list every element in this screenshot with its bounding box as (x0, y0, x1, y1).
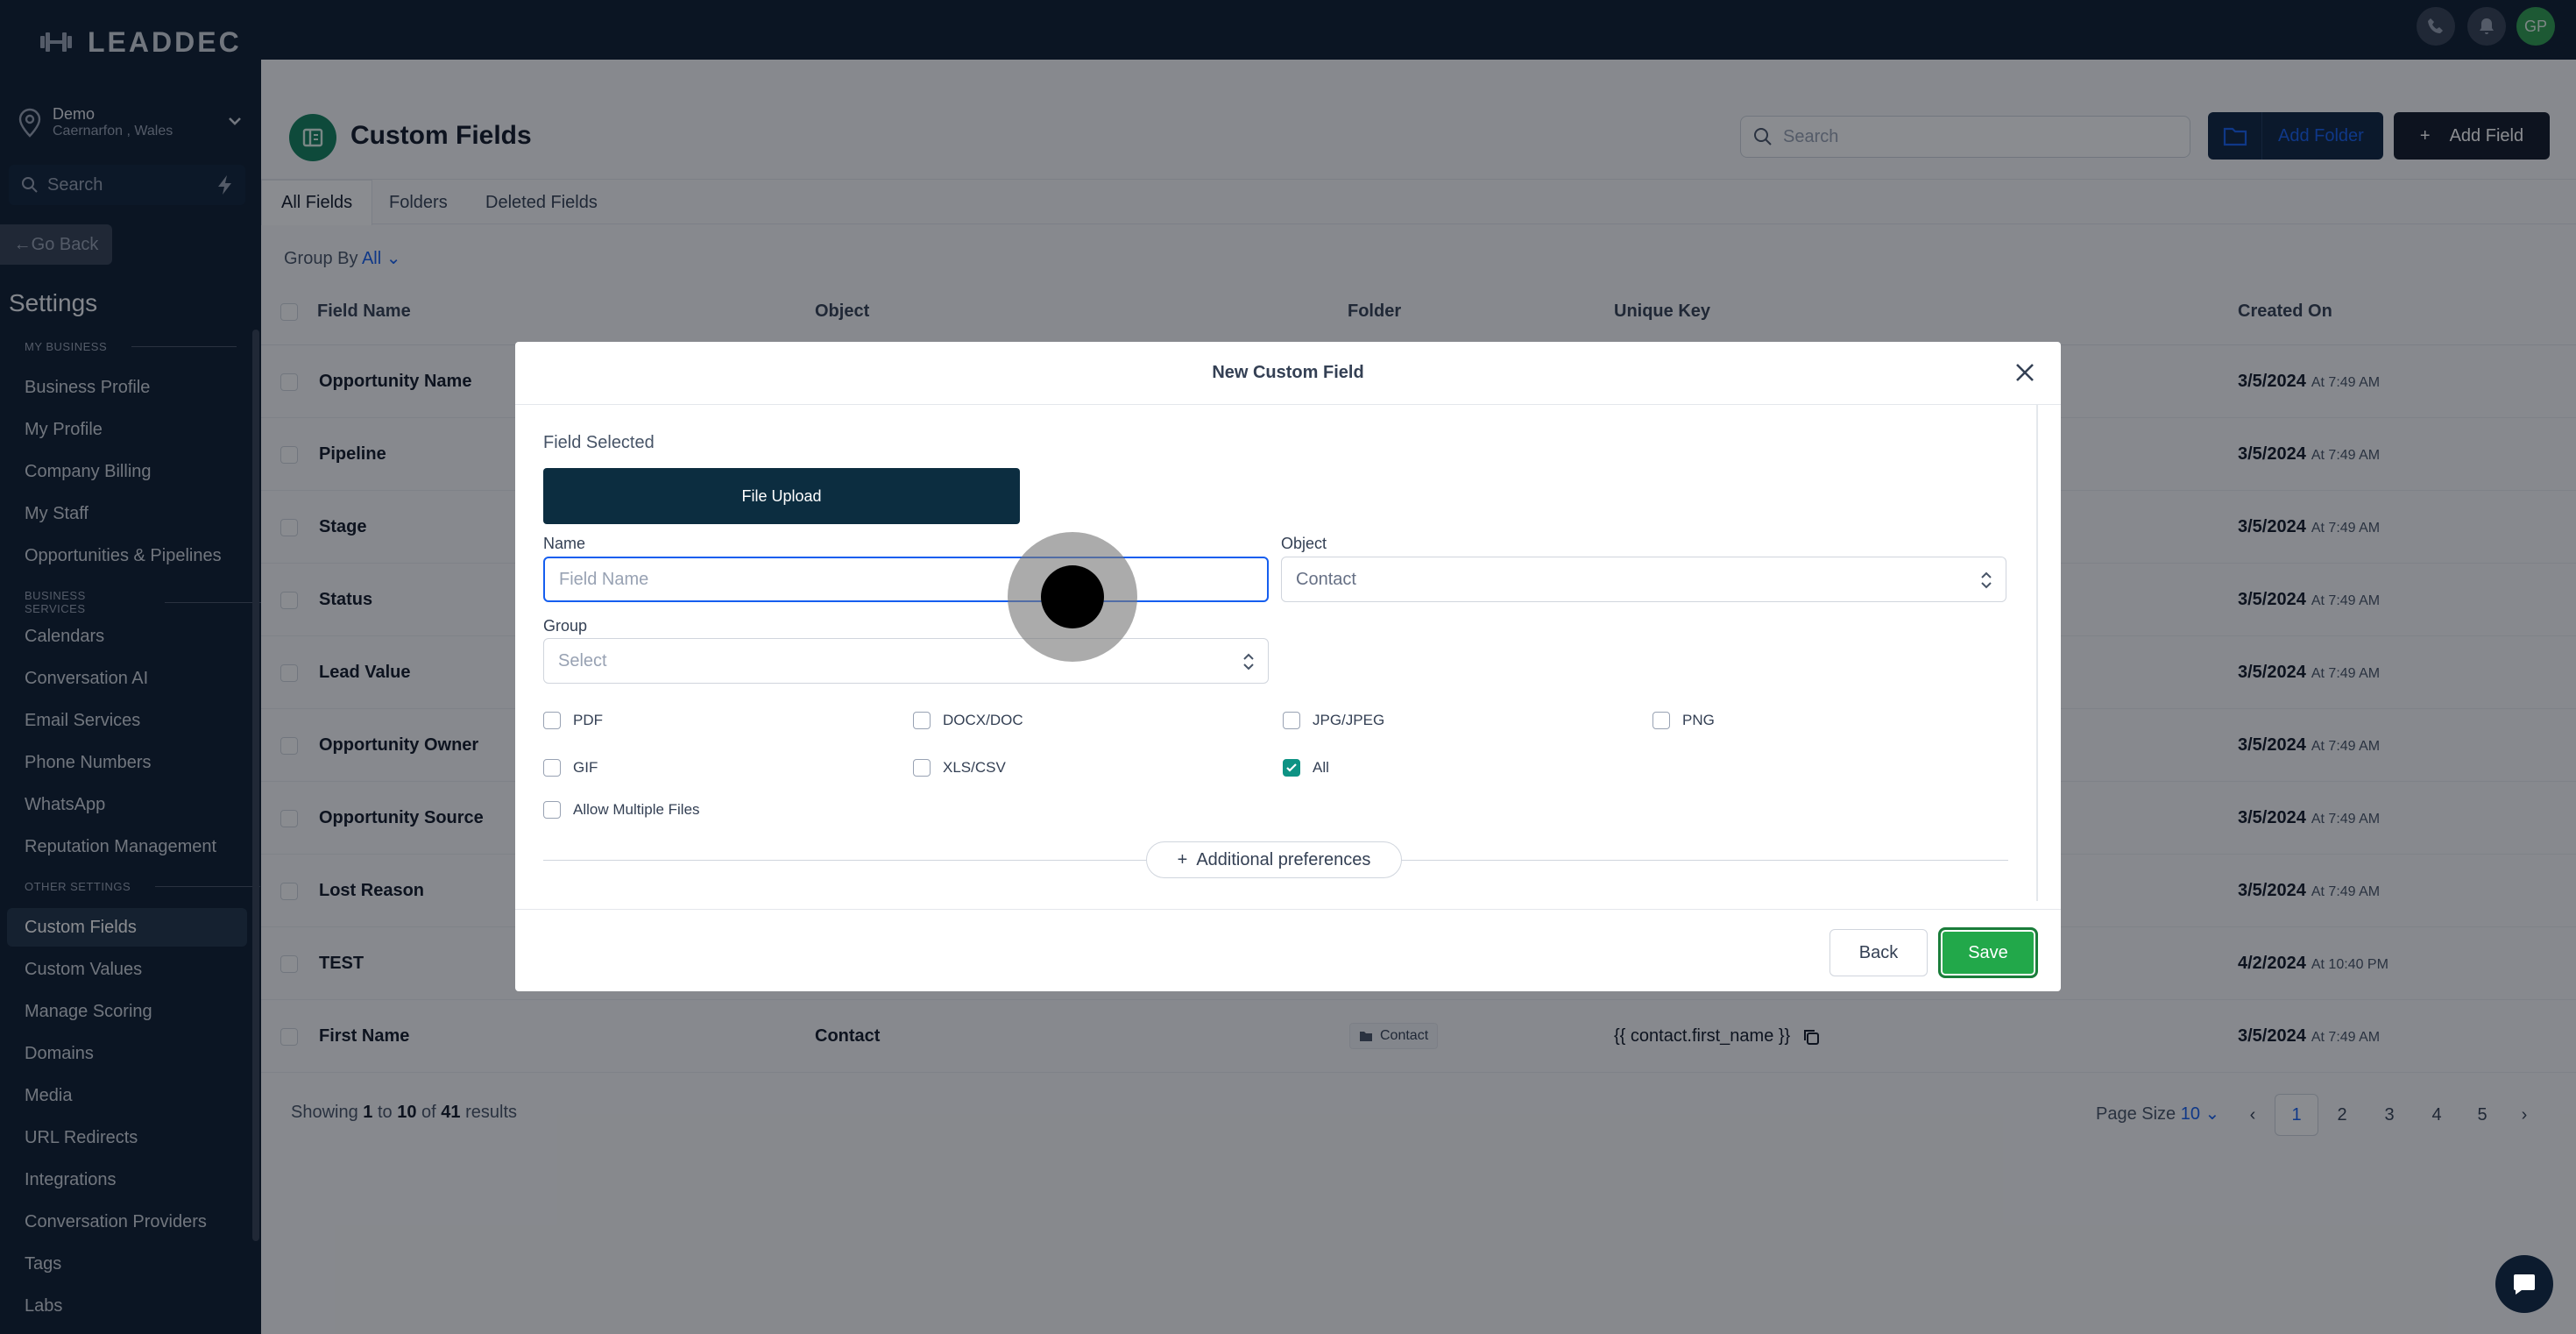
object-select[interactable]: Contact (1281, 557, 2006, 602)
group-label: Group (543, 617, 588, 635)
chat-widget-button[interactable] (2495, 1255, 2553, 1313)
file-type-all-option[interactable]: All (1283, 759, 1329, 777)
modal-title: New Custom Field (1212, 363, 1364, 382)
object-label: Object (1281, 535, 1327, 552)
option-label: All (1313, 759, 1329, 776)
close-icon[interactable] (2012, 359, 2038, 386)
option-label: GIF (573, 759, 598, 776)
file-type-png-option[interactable]: PNG (1652, 712, 1715, 729)
modal-scrollbar[interactable] (2036, 405, 2038, 901)
modal-header: New Custom Field (515, 342, 2061, 405)
object-select-value: Contact (1296, 569, 1356, 589)
modal-footer: Back Save (515, 909, 2061, 991)
checkbox[interactable] (543, 801, 561, 819)
option-label: PNG (1682, 712, 1715, 728)
option-label: JPG/JPEG (1313, 712, 1385, 728)
back-button[interactable]: Back (1829, 929, 1928, 976)
cursor-pointer (1041, 565, 1104, 628)
field-type-file-upload[interactable]: File Upload (543, 468, 1020, 524)
option-label: Allow Multiple Files (573, 801, 700, 818)
chat-icon (2514, 1274, 2535, 1295)
file-type-jpg-option[interactable]: JPG/JPEG (1283, 712, 1384, 729)
checkmark-icon (1286, 763, 1297, 772)
name-label: Name (543, 535, 586, 552)
file-type-docx-option[interactable]: DOCX/DOC (913, 712, 1023, 729)
new-custom-field-modal: New Custom Field Field Selected File Upl… (515, 342, 2061, 991)
option-label: XLS/CSV (943, 759, 1006, 776)
field-name-placeholder: Field Name (559, 569, 649, 589)
field-name-input[interactable]: Field Name (543, 557, 1269, 602)
additional-preferences-label: Additional preferences (1196, 849, 1371, 869)
plus-icon: + (1177, 849, 1188, 869)
field-selected-label: Field Selected (543, 433, 655, 452)
save-button[interactable]: Save (1938, 927, 2038, 978)
additional-preferences-button[interactable]: + Additional preferences (1146, 841, 1402, 878)
select-arrows-icon (1243, 653, 1254, 671)
checkbox[interactable] (543, 759, 561, 777)
checkbox[interactable] (913, 712, 931, 729)
checkbox[interactable] (543, 712, 561, 729)
checkbox-checked[interactable] (1283, 759, 1300, 777)
file-type-xls-option[interactable]: XLS/CSV (913, 759, 1006, 777)
file-type-pdf-option[interactable]: PDF (543, 712, 603, 729)
option-label: DOCX/DOC (943, 712, 1023, 728)
group-select[interactable]: Select (543, 638, 1269, 684)
group-select-placeholder: Select (558, 650, 607, 671)
checkbox[interactable] (1652, 712, 1670, 729)
checkbox[interactable] (1283, 712, 1300, 729)
option-label: PDF (573, 712, 603, 728)
select-arrows-icon (1981, 571, 1992, 589)
allow-multiple-files-option[interactable]: Allow Multiple Files (543, 801, 700, 819)
file-type-gif-option[interactable]: GIF (543, 759, 598, 777)
checkbox[interactable] (913, 759, 931, 777)
